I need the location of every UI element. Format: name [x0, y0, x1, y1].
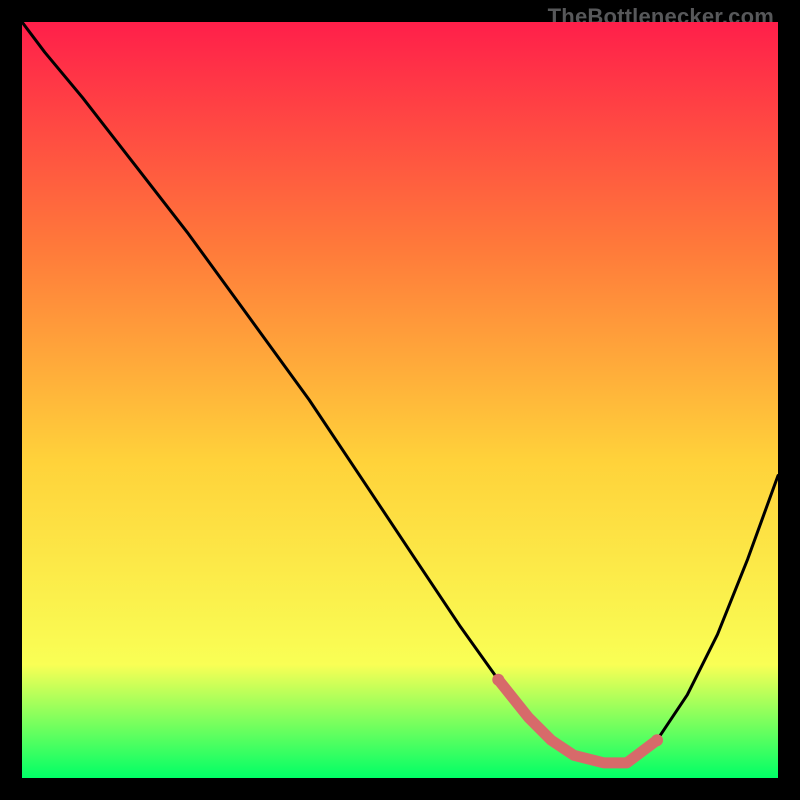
- valley-dot-start: [492, 674, 504, 686]
- chart-frame: TheBottlenecker.com: [0, 0, 800, 800]
- chart-plot: [22, 22, 778, 778]
- valley-dot-end: [651, 734, 663, 746]
- gradient-background: [22, 22, 778, 778]
